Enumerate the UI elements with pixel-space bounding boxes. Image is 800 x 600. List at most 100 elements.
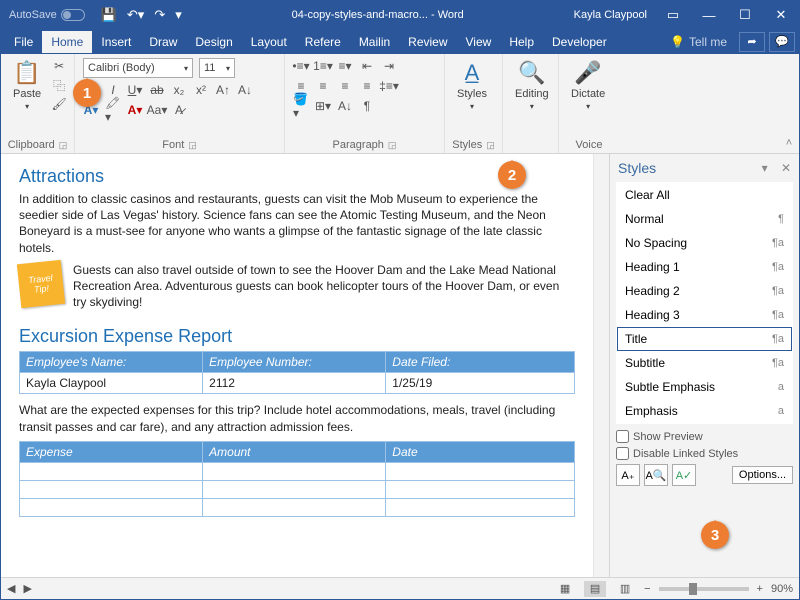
zoom-in-icon[interactable]: + [757,583,763,595]
grow-font-icon[interactable]: A↑ [215,82,231,98]
tab-file[interactable]: File [5,31,42,53]
tab-view[interactable]: View [457,31,501,53]
vertical-scrollbar[interactable] [593,154,609,577]
paste-button[interactable]: 📋 Paste▾ [9,58,45,113]
undo-icon[interactable]: ↶▾ [127,7,144,23]
ribbon-tabs: File Home Insert Draw Design Layout Refe… [1,29,799,54]
style-title[interactable]: Title¶a [617,327,792,351]
style-heading-3[interactable]: Heading 3¶a [617,303,792,327]
save-icon[interactable]: 💾 [101,7,117,23]
qat-customize-icon[interactable]: ▾ [175,7,182,23]
heading-expense: Excursion Expense Report [19,326,575,347]
style-subtle-emphasis[interactable]: Subtle Emphasisa [617,375,792,399]
align-center-icon[interactable]: ≡ [315,78,331,94]
style-emphasis[interactable]: Emphasisa [617,399,792,423]
zoom-level[interactable]: 90% [771,583,793,595]
styles-launcher-icon[interactable]: ◲ [486,140,495,151]
editing-button[interactable]: 🔍 Editing▾ [511,58,553,113]
tab-mailings[interactable]: Mailin [350,31,399,53]
show-preview-checkbox[interactable]: Show Preview [616,430,793,443]
collapse-ribbon-icon[interactable]: ˄ [779,54,799,153]
read-mode-icon[interactable]: ▦ [554,581,576,597]
align-right-icon[interactable]: ≡ [337,78,353,94]
font-name-combo[interactable]: Calibri (Body)▾ [83,58,193,78]
font-launcher-icon[interactable]: ◲ [188,140,197,151]
style-clear-all[interactable]: Clear All [617,183,792,207]
paragraph-launcher-icon[interactable]: ◲ [388,140,397,151]
pane-close-icon[interactable]: ✕ [781,161,791,175]
increase-indent-icon[interactable]: ⇥ [381,58,397,74]
underline-icon[interactable]: U▾ [127,82,143,98]
new-style-button[interactable]: A₊ [616,464,640,486]
style-inspector-button[interactable]: A🔍 [644,464,668,486]
styles-gallery-button[interactable]: A̲ Styles▾ [453,58,491,113]
paste-icon: 📋 [13,60,40,86]
status-right-icon[interactable]: ▶ [23,582,31,595]
ribbon-display-icon[interactable]: ▭ [655,1,691,29]
tab-layout[interactable]: Layout [242,31,296,53]
sort-icon[interactable]: A↓ [337,98,353,114]
clipboard-launcher-icon[interactable]: ◲ [59,140,68,151]
tab-draw[interactable]: Draw [140,31,186,53]
expense-table: Expense Amount Date [19,441,575,517]
status-left-icon[interactable]: ◀ [7,582,15,595]
justify-icon[interactable]: ≡ [359,78,375,94]
bullets-icon[interactable]: •≡▾ [293,58,309,74]
tab-help[interactable]: Help [500,31,543,53]
zoom-slider[interactable] [659,587,749,591]
format-painter-icon[interactable]: 🖌 [51,96,67,112]
document-area[interactable]: Attractions In addition to classic casin… [1,154,593,577]
disable-linked-checkbox[interactable]: Disable Linked Styles [616,447,793,460]
print-layout-icon[interactable]: ▤ [584,581,606,597]
pane-dropdown-icon[interactable]: ▾ [762,161,768,175]
highlight-icon[interactable]: 🖍▾ [105,102,121,118]
comments-button[interactable]: 💬 [769,32,795,52]
font-size-combo[interactable]: 11▾ [199,58,235,78]
change-case-icon[interactable]: Aa▾ [149,102,165,118]
copy-icon[interactable]: ⿻ [51,77,67,93]
minimize-icon[interactable]: — [691,1,727,29]
autosave-toggle[interactable]: AutoSave [1,9,93,21]
dictate-button[interactable]: 🎤 Dictate▾ [567,58,609,113]
web-layout-icon[interactable]: ▥ [614,581,636,597]
manage-styles-button[interactable]: A✓ [672,464,696,486]
maximize-icon[interactable]: ☐ [727,1,763,29]
tab-insert[interactable]: Insert [92,31,140,53]
styles-options-button[interactable]: Options... [732,466,793,484]
tab-references[interactable]: Refere [296,31,350,53]
lightbulb-icon: 💡 [670,35,685,49]
tab-review[interactable]: Review [399,31,456,53]
style-heading-1[interactable]: Heading 1¶a [617,255,792,279]
multilevel-icon[interactable]: ≡▾ [337,58,353,74]
tell-me-search[interactable]: 💡 Tell me [670,35,727,49]
font-color-icon[interactable]: A▾ [127,102,143,118]
autosave-switch-icon[interactable] [61,9,85,21]
zoom-out-icon[interactable]: − [644,583,650,595]
cut-icon[interactable]: ✂ [51,58,67,74]
share-button[interactable]: ➦ [739,32,765,52]
shrink-font-icon[interactable]: A↓ [237,82,253,98]
redo-icon[interactable]: ↷ [154,7,165,23]
tab-design[interactable]: Design [186,31,241,53]
shading-icon[interactable]: 🪣▾ [293,98,309,114]
style-no-spacing[interactable]: No Spacing¶a [617,231,792,255]
style-subtitle[interactable]: Subtitle¶a [617,351,792,375]
borders-icon[interactable]: ⊞▾ [315,98,331,114]
line-spacing-icon[interactable]: ‡≡▾ [381,78,397,94]
decrease-indent-icon[interactable]: ⇤ [359,58,375,74]
styles-list: Clear All Normal¶ No Spacing¶a Heading 1… [616,182,793,424]
style-heading-2[interactable]: Heading 2¶a [617,279,792,303]
close-icon[interactable]: ✕ [763,1,799,29]
show-marks-icon[interactable]: ¶ [359,98,375,114]
subscript-icon[interactable]: x₂ [171,82,187,98]
user-name[interactable]: Kayla Claypool [566,9,655,21]
callout-2: 2 [498,161,526,189]
clear-formatting-icon[interactable]: A̷ [171,102,187,118]
numbering-icon[interactable]: 1≡▾ [315,58,331,74]
style-normal[interactable]: Normal¶ [617,207,792,231]
superscript-icon[interactable]: x² [193,82,209,98]
tab-home[interactable]: Home [42,31,92,53]
strikethrough-icon[interactable]: ab [149,82,165,98]
microphone-icon: 🎤 [574,60,601,86]
tab-developer[interactable]: Developer [543,31,616,53]
